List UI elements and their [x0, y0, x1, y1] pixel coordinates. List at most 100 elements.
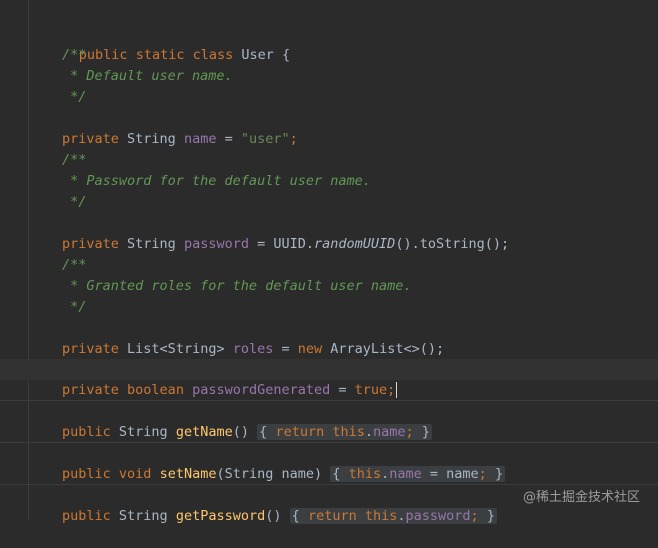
params: () [232, 424, 250, 440]
field-name: roles [232, 341, 274, 357]
semicolon: ; [405, 424, 414, 440]
method-name: setName [159, 466, 217, 482]
code-line-field-roles[interactable]: private List<String> roles = new ArrayLi… [0, 318, 658, 357]
method-name: getName [175, 424, 233, 440]
code-line-comment[interactable]: */ [0, 87, 658, 108]
keyword: boolean [127, 382, 184, 398]
dot: . [364, 424, 374, 440]
method-chain: ().toString(); [395, 236, 510, 252]
assignment: = name [421, 466, 479, 482]
brace: } [421, 424, 430, 440]
code-line-comment[interactable]: * Password for the default user name. [0, 171, 658, 192]
keyword: this [348, 466, 382, 482]
string-literal: "user" [240, 131, 290, 147]
comment: /** [62, 257, 87, 273]
comment: */ [62, 89, 87, 105]
keyword: this [364, 508, 398, 524]
code-line-comment[interactable]: */ [0, 192, 658, 213]
semicolon: ; [387, 382, 396, 398]
dot: . [397, 508, 406, 524]
field-name: password [183, 236, 249, 252]
code-line-field-name[interactable]: private String name = "user"; [0, 108, 658, 147]
keyword: void [118, 466, 152, 482]
code-line-field-password[interactable]: private String password = UUID.randomUUI… [0, 213, 658, 252]
keyword: return [307, 508, 357, 524]
code-line-comment[interactable]: */ [0, 297, 658, 318]
keyword: private [62, 131, 119, 147]
operator: = [216, 131, 241, 147]
code-line-comment[interactable]: * Granted roles for the default user nam… [0, 276, 658, 297]
method-name: getPassword [175, 508, 266, 524]
semicolon: ; [470, 508, 479, 524]
code-line-comment[interactable]: /** [0, 255, 658, 276]
comment: * Default user name. [62, 68, 233, 84]
code-line-class-decl[interactable]: public static class User { [0, 3, 658, 63]
operator: = [273, 341, 298, 357]
keyword: return [275, 424, 325, 440]
operator: = [330, 382, 355, 398]
semicolon: ; [478, 466, 487, 482]
folded-body[interactable]: { return this.name; } [257, 424, 432, 440]
field-ref: name [373, 424, 406, 440]
code-line-comment[interactable]: /** [0, 45, 658, 66]
code-line-setname[interactable]: public void setName(String name) { this.… [0, 443, 658, 482]
code-line-current[interactable]: private boolean passwordGenerated = true… [0, 359, 658, 398]
comment: /** [62, 47, 87, 63]
keyword: private [62, 382, 119, 398]
semicolon: ; [289, 131, 298, 147]
type: String [118, 424, 168, 440]
keyword: true [354, 382, 388, 398]
field-ref: name [389, 466, 422, 482]
code-line-comment[interactable]: * Default user name. [0, 66, 658, 87]
field-ref: password [405, 508, 471, 524]
keyword: new [297, 341, 323, 357]
type: String [127, 236, 176, 252]
comment: * Password for the default user name. [62, 173, 371, 189]
watermark: @稀土掘金技术社区 [522, 490, 640, 505]
brace: } [486, 508, 495, 524]
type: String [127, 131, 176, 147]
code-editor[interactable]: public static class User { /** * Default… [0, 0, 658, 524]
keyword: private [62, 236, 119, 252]
keyword: private [62, 341, 119, 357]
folded-body[interactable]: { return this.password; } [289, 508, 497, 524]
dot: . [381, 466, 390, 482]
folded-body[interactable]: { this.name = name; } [330, 466, 506, 482]
keyword: public [62, 424, 111, 440]
keyword: this [332, 424, 365, 440]
constructor-call: ArrayList<>(); [330, 341, 445, 357]
params: (String name) [216, 466, 323, 482]
code-line-comment[interactable]: /** [0, 150, 658, 171]
brace: { [291, 508, 300, 524]
type: List<String> [127, 341, 225, 357]
keyword: public [62, 466, 111, 482]
operator: = [249, 236, 274, 252]
type: String [118, 508, 168, 524]
params: () [265, 508, 282, 524]
comment: */ [62, 194, 87, 210]
field-name: name [183, 131, 217, 147]
code-line-getname[interactable]: public String getName() { return this.na… [0, 401, 658, 440]
static-method-call: randomUUID [314, 236, 396, 252]
comment: /** [62, 152, 87, 168]
comment: */ [62, 299, 87, 315]
